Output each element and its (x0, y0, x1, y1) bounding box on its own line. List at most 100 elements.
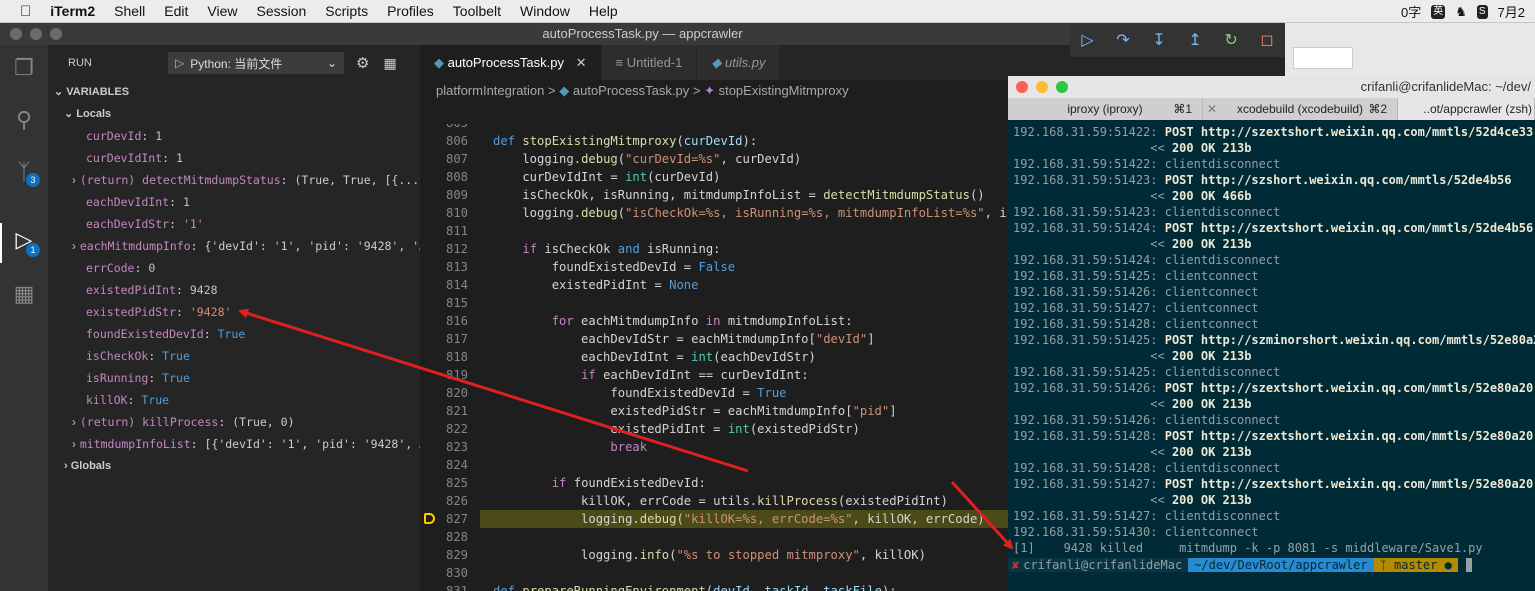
variable-value: True (162, 371, 190, 385)
continue-icon[interactable]: ▷ (1081, 30, 1093, 50)
line-prefix: 192.168.31.59:51424: clientdisconnect (1013, 253, 1281, 267)
search-icon[interactable]: ⚲ (10, 107, 38, 135)
line-detail: POST http://szextshort.weixin.qq.com/mmt… (1164, 221, 1534, 235)
step-into-icon[interactable]: ↧ (1152, 30, 1165, 50)
terminal-line: 192.168.31.59:51424: clientdisconnect (1013, 252, 1535, 268)
launch-config-select[interactable]: ▷ Python: 当前文件 ⌄ (168, 52, 344, 74)
close-tab-icon[interactable]: ✕ (1207, 98, 1217, 120)
variable-separator: : (141, 129, 156, 143)
tab-label: utils.py (724, 55, 766, 70)
tab-label: xcodebuild (xcodebuild) (1236, 102, 1364, 116)
menu-window[interactable]: Window (520, 3, 570, 19)
menu-app-name[interactable]: iTerm2 (50, 3, 95, 19)
variable-row[interactable]: curDevIdInt: 1 (48, 147, 420, 169)
start-debug-icon[interactable]: ▷ (175, 56, 184, 70)
debug-icon[interactable]: ▷ 1 (10, 227, 40, 257)
extensions-icon[interactable]: ▦ (10, 281, 38, 309)
line-detail: 200 OK 213b (1171, 493, 1252, 507)
breadcrumb-folder[interactable]: platformIntegration (436, 83, 544, 98)
explorer-icon[interactable]: ❐ (10, 55, 38, 83)
menu-toolbelt[interactable]: Toolbelt (453, 3, 501, 19)
word-count[interactable]: 0字 (1401, 2, 1421, 21)
line-prefix: 192.168.31.59:51428: (1013, 429, 1165, 443)
variable-name: isCheckOk (86, 349, 149, 363)
variable-separator: : (190, 437, 205, 451)
stop-icon[interactable]: ◻ (1260, 30, 1273, 50)
minimize-button[interactable] (1036, 81, 1048, 93)
code-line: break (610, 440, 648, 454)
locals-scope[interactable]: ⌄ Locals (48, 103, 420, 125)
variable-row[interactable]: › (return) killProcess: (True, 0) (48, 411, 420, 433)
menu-help[interactable]: Help (589, 3, 618, 19)
gear-icon[interactable]: ⚙ (356, 54, 369, 72)
close-button[interactable] (10, 28, 22, 40)
menu-view[interactable]: View (207, 3, 237, 19)
variables-section[interactable]: ⌄ VARIABLES (48, 81, 420, 103)
breadcrumb-file[interactable]: autoProcessTask.py (573, 83, 689, 98)
zoom-button[interactable] (1056, 81, 1068, 93)
variable-name: mitmdumpInfoList (79, 437, 191, 451)
tab-xcodebuild[interactable]: ✕ xcodebuild (xcodebuild) ⌘2 (1203, 98, 1398, 120)
variable-row[interactable]: › mitmdumpInfoList: [{'devId': '1', 'pid'… (48, 433, 420, 455)
variable-row[interactable]: › eachMitmdumpInfo: {'devId': '1', 'pid':… (48, 235, 420, 257)
menu-edit[interactable]: Edit (164, 3, 188, 19)
variable-name: existedPidStr (86, 305, 177, 319)
step-out-icon[interactable]: ↥ (1188, 30, 1201, 50)
code-line: curDevIdInt = int(curDevId) (493, 170, 721, 184)
variable-row[interactable]: curDevId: 1 (48, 125, 420, 147)
variable-name: foundExistedDevId (86, 327, 204, 341)
tab-utils[interactable]: ◆ utils.py (697, 45, 781, 80)
tab-autoprocesstask[interactable]: ◆ autoProcessTask.py ✕ (420, 45, 602, 80)
variable-value: {'devId': '1', 'pid': '9428', '… (204, 239, 420, 253)
variable-row[interactable]: eachDevIdInt: 1 (48, 191, 420, 213)
variable-row[interactable]: › (return) detectMitmdumpStatus: (True, T… (48, 169, 420, 191)
minimize-button[interactable] (30, 28, 42, 40)
line-prefix: << (1013, 349, 1172, 363)
debug-console-icon[interactable]: ▦ (383, 55, 396, 72)
line-number: 810 (445, 206, 468, 220)
terminal-output[interactable]: 192.168.31.59:51422: POST http://szextsh… (1013, 124, 1535, 556)
chevron-right-icon: › (72, 417, 76, 429)
menu-session[interactable]: Session (256, 3, 306, 19)
tab-untitled[interactable]: ≡ Untitled-1 (601, 45, 698, 80)
input-method-icon[interactable]: 英 (1431, 4, 1446, 19)
variable-row[interactable]: isRunning: True (48, 367, 420, 389)
chevron-down-icon: ⌄ (326, 56, 337, 70)
globals-scope[interactable]: › Globals (48, 455, 420, 477)
menu-profiles[interactable]: Profiles (387, 3, 434, 19)
apple-icon[interactable]:  (20, 3, 31, 20)
restart-icon[interactable]: ↻ (1224, 30, 1237, 50)
code-line: killOK, errCode = utils.killProcess(exis… (493, 494, 948, 508)
variable-row[interactable]: foundExistedDevId: True (48, 323, 420, 345)
line-number: 828 (445, 530, 468, 544)
zoom-button[interactable] (50, 28, 62, 40)
close-tab-icon[interactable]: ✕ (576, 55, 587, 70)
variable-row[interactable]: existedPidInt: 9428 (48, 279, 420, 301)
locals-label: Locals (76, 108, 112, 120)
menu-scripts[interactable]: Scripts (325, 3, 368, 19)
tab-iproxy[interactable]: iproxy (iproxy) ⌘1 (1008, 98, 1203, 120)
line-number: 809 (445, 188, 468, 202)
horse-icon[interactable]: ♞ (1455, 4, 1467, 20)
menu-shell[interactable]: Shell (114, 3, 145, 19)
tab-label: Untitled-1 (626, 55, 683, 70)
variable-row[interactable]: killOK: True (48, 389, 420, 411)
variable-separator: : (127, 393, 142, 407)
line-prefix: 192.168.31.59:51423: clientdisconnect (1013, 205, 1281, 219)
breadcrumb-symbol[interactable]: stopExistingMitmproxy (719, 83, 849, 98)
line-number: 822 (445, 422, 468, 436)
variable-row[interactable]: errCode: 0 (48, 257, 420, 279)
s-app-icon[interactable]: S (1476, 4, 1488, 19)
variable-row[interactable]: isCheckOk: True (48, 345, 420, 367)
variable-row[interactable]: eachDevIdStr: '1' (48, 213, 420, 235)
variable-row[interactable]: existedPidStr: '9428' (48, 301, 420, 323)
line-prefix: 192.168.31.59:51425: clientconnect (1013, 269, 1259, 283)
clock[interactable]: 7月2 (1498, 2, 1525, 21)
tab-appcrawler[interactable]: ..ot/appcrawler (zsh) (1398, 98, 1535, 120)
source-control-icon[interactable]: ᛉ 3 (10, 159, 40, 187)
close-button[interactable] (1016, 81, 1028, 93)
step-over-icon[interactable]: ↷ (1116, 30, 1129, 50)
tab-label: ..ot/appcrawler (zsh) (1423, 102, 1532, 116)
breadcrumb-separator: > (548, 83, 556, 98)
shell-prompt[interactable]: ✘ crifanli@crifanlideMac ~/dev/DevRoot/a… (1008, 556, 1535, 573)
